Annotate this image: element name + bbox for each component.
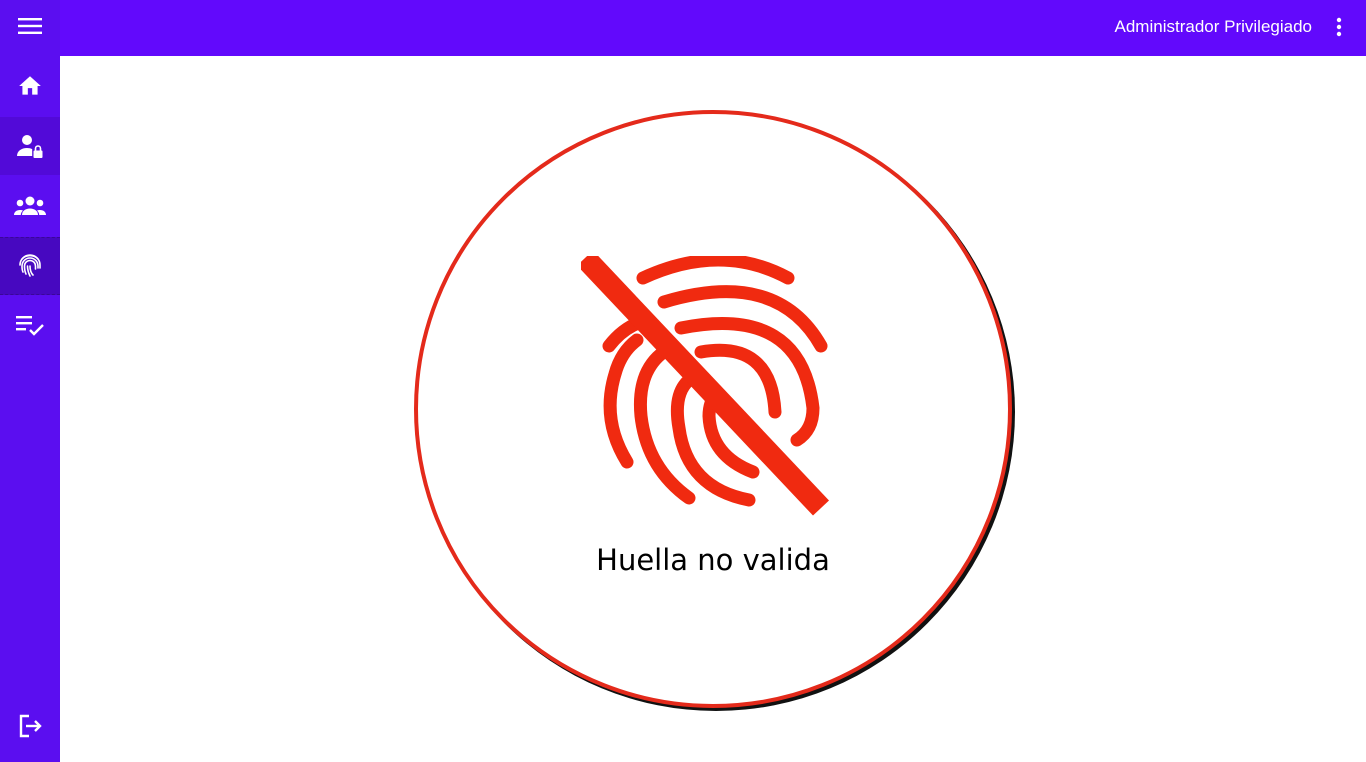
menu-button[interactable] xyxy=(0,0,60,52)
home-icon xyxy=(19,76,41,95)
sidebar-item-users-lock[interactable] xyxy=(0,117,60,175)
user-lock-icon xyxy=(17,135,43,158)
sidebar-item-checklist[interactable] xyxy=(0,297,60,355)
logout-button[interactable] xyxy=(0,700,60,752)
sidebar-item-fingerprint[interactable] xyxy=(0,237,60,295)
logout-icon xyxy=(19,714,42,738)
more-options-button[interactable] xyxy=(1326,14,1352,40)
sidebar-item-home[interactable] xyxy=(0,57,60,115)
fingerprint-status-panel: Huella no valida xyxy=(414,110,1012,708)
sidebar-item-groups[interactable] xyxy=(0,177,60,235)
top-app-bar: Administrador Privilegiado xyxy=(60,0,1366,56)
group-icon xyxy=(14,196,46,215)
sidebar xyxy=(0,0,60,762)
hamburger-menu-icon xyxy=(18,18,42,34)
user-name: Administrador Privilegiado xyxy=(1114,17,1312,36)
more-vert-icon xyxy=(1336,17,1342,37)
fingerprint-off-icon xyxy=(581,256,829,516)
checklist-icon xyxy=(16,316,44,336)
fingerprint-icon xyxy=(19,254,41,277)
status-message: Huella no valida xyxy=(596,543,830,577)
